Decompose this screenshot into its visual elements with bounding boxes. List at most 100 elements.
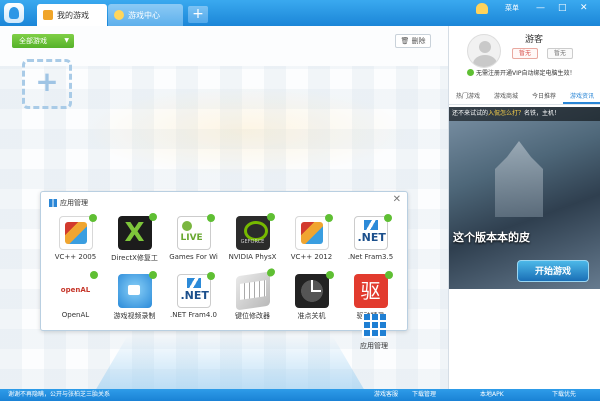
app-label: Games For Wi bbox=[169, 253, 218, 261]
close-button[interactable]: ✕ bbox=[580, 3, 588, 13]
tab-game-news[interactable]: 游戏资讯 bbox=[563, 89, 600, 104]
title-bar: 我的游戏 游戏中心 + 菜单 — □ ✕ bbox=[0, 0, 600, 26]
install-badge-icon bbox=[383, 214, 392, 222]
banner-caption-prefix: 还不来试试的 bbox=[452, 110, 489, 117]
app-label: .NET Fram4.0 bbox=[169, 311, 218, 319]
delete-label: 删除 bbox=[411, 37, 426, 45]
popup-title: 应用管理 bbox=[49, 198, 88, 208]
app-label: 键位修改器 bbox=[235, 312, 270, 320]
dotnet-icon bbox=[353, 214, 392, 250]
keyboard-icon bbox=[235, 267, 275, 311]
tab-my-games[interactable]: 我的游戏 bbox=[37, 4, 107, 26]
app-label: VC++ 2005 bbox=[54, 253, 97, 261]
app-logo-icon bbox=[4, 3, 24, 23]
app-item-dotnet35[interactable]: .Net Fram3.5 bbox=[341, 214, 400, 272]
app-item-openal[interactable]: OpenAL bbox=[46, 271, 105, 330]
clock-icon bbox=[294, 271, 334, 308]
dotnet-icon bbox=[176, 272, 215, 308]
driver-icon bbox=[353, 271, 393, 308]
status-bar: 谢谢不再隐瞒，公开与张柏芝三胎关系 游戏客服 下载管理 本地APK 下载优先 bbox=[0, 389, 600, 401]
app-item-games-for-windows[interactable]: Games For Wi bbox=[164, 214, 223, 272]
app-item-vc2012[interactable]: VC++ 2012 bbox=[282, 214, 341, 272]
app-manager-stage bbox=[95, 336, 365, 389]
games-for-windows-icon bbox=[176, 214, 215, 250]
vc-redist-icon bbox=[58, 214, 97, 250]
tab-game-center[interactable]: 游戏中心 bbox=[108, 4, 183, 26]
tab-label: 我的游戏 bbox=[57, 10, 89, 20]
apps-grid-icon bbox=[362, 314, 386, 338]
app-item-directx[interactable]: DirectX修复工 bbox=[105, 213, 164, 272]
customer-service-link[interactable]: 游戏客服 bbox=[374, 389, 398, 401]
username: 游客 bbox=[525, 35, 544, 45]
app-manager-launcher[interactable]: 应用管理 bbox=[352, 314, 396, 351]
banner-slogan: 这个版本本的皮 bbox=[453, 231, 530, 244]
vc-redist-icon bbox=[294, 214, 333, 250]
popup-close-button[interactable]: ✕ bbox=[393, 194, 401, 205]
download-priority-link[interactable]: 下载优先 bbox=[552, 389, 576, 401]
install-badge-icon bbox=[325, 271, 334, 279]
add-game-button[interactable]: + bbox=[22, 59, 72, 109]
vip-tip-text: 无需注册开通VIP自动绑定电脑生效！ bbox=[476, 70, 576, 77]
menu-button[interactable]: 菜单 bbox=[505, 3, 519, 13]
ad-banner[interactable]: 还不来试试的入侃怎么打？名铁，主机！ 这个版本本的皮 开始游戏 bbox=[449, 107, 600, 289]
install-badge-icon bbox=[88, 214, 97, 222]
install-badge-icon bbox=[324, 214, 333, 222]
local-apk-link[interactable]: 本地APK bbox=[480, 389, 504, 401]
minimize-button[interactable]: — bbox=[536, 3, 545, 13]
app-manager-label: 应用管理 bbox=[360, 342, 388, 350]
install-badge-icon bbox=[384, 271, 393, 279]
app-manager-popup: 应用管理 ✕ VC++ 2005 DirectX修复工 Games For Wi… bbox=[40, 191, 408, 331]
banner-caption-suffix: 名铁，主机！ bbox=[524, 110, 561, 117]
castle-artwork bbox=[495, 141, 543, 217]
app-label: 准点关机 bbox=[297, 312, 326, 320]
right-panel: 游客 暂无 暂无 无需注册开通VIP自动绑定电脑生效！ 热门游戏 游戏商城 今日… bbox=[448, 26, 600, 389]
install-badge-icon bbox=[148, 271, 157, 279]
app-label: 游戏视频录制 bbox=[113, 312, 156, 320]
app-label: NVIDIA PhysX bbox=[228, 253, 277, 261]
tab-label: 游戏中心 bbox=[128, 10, 160, 20]
start-game-button[interactable]: 开始游戏 bbox=[517, 260, 589, 282]
delete-button[interactable]: 🗑 删除 bbox=[395, 34, 431, 48]
grid-icon bbox=[49, 199, 57, 207]
video-record-icon bbox=[117, 271, 157, 308]
vip-tip[interactable]: 无需注册开通VIP自动绑定电脑生效！ bbox=[467, 68, 576, 77]
vip-badge[interactable]: 暂无 bbox=[512, 48, 538, 59]
tab-hot-games[interactable]: 热门游戏 bbox=[449, 89, 487, 104]
game-folder-icon bbox=[43, 10, 53, 20]
tab-game-mall[interactable]: 游戏商城 bbox=[487, 89, 525, 104]
install-badge-icon bbox=[206, 272, 215, 280]
banner-caption: 还不来试试的入侃怎么打？名铁，主机！ bbox=[449, 107, 600, 121]
popup-title-text: 应用管理 bbox=[60, 199, 88, 207]
install-badge-icon bbox=[89, 271, 98, 279]
add-tab-button[interactable]: + bbox=[188, 6, 208, 23]
app-label: DirectX修复工 bbox=[111, 254, 158, 262]
install-badge-icon bbox=[148, 213, 157, 221]
right-tabs: 热门游戏 游戏商城 今日推荐 游戏资讯 bbox=[449, 89, 600, 105]
all-games-dropdown[interactable]: 全部游戏 ▼ bbox=[12, 34, 74, 48]
avatar[interactable] bbox=[467, 34, 501, 68]
tab-today-picks[interactable]: 今日推荐 bbox=[525, 89, 563, 104]
maximize-button[interactable]: □ bbox=[558, 3, 567, 13]
news-ticker[interactable]: 谢谢不再隐瞒，公开与张柏芝三胎关系 bbox=[8, 389, 110, 401]
download-manager-link[interactable]: 下载管理 bbox=[412, 389, 436, 401]
app-label: .Net Fram3.5 bbox=[347, 253, 394, 261]
vip-badge[interactable]: 暂无 bbox=[547, 48, 573, 59]
app-item-video-record[interactable]: 游戏视频录制 bbox=[105, 271, 164, 330]
link-icon bbox=[467, 69, 474, 76]
user-icon[interactable] bbox=[476, 3, 488, 14]
app-item-vc2005[interactable]: VC++ 2005 bbox=[46, 214, 105, 272]
app-item-shutdown-timer[interactable]: 准点关机 bbox=[282, 271, 341, 330]
app-item-nvidia-physx[interactable]: NVIDIA PhysX bbox=[223, 213, 282, 272]
openal-icon bbox=[58, 271, 98, 308]
app-label: OpenAL bbox=[61, 311, 90, 319]
app-item-keymapper[interactable]: 键位修改器 bbox=[223, 267, 282, 330]
install-badge-icon bbox=[266, 267, 275, 278]
app-item-dotnet40[interactable]: .NET Fram4.0 bbox=[164, 272, 223, 330]
menu-label: 菜单 bbox=[505, 4, 519, 12]
install-badge-icon bbox=[266, 213, 275, 221]
nvidia-icon bbox=[235, 213, 275, 250]
plus-icon: + bbox=[35, 65, 59, 98]
game-center-icon bbox=[114, 10, 124, 20]
app-grid: VC++ 2005 DirectX修复工 Games For Wi NVIDIA… bbox=[46, 213, 404, 330]
directx-icon bbox=[117, 213, 157, 250]
